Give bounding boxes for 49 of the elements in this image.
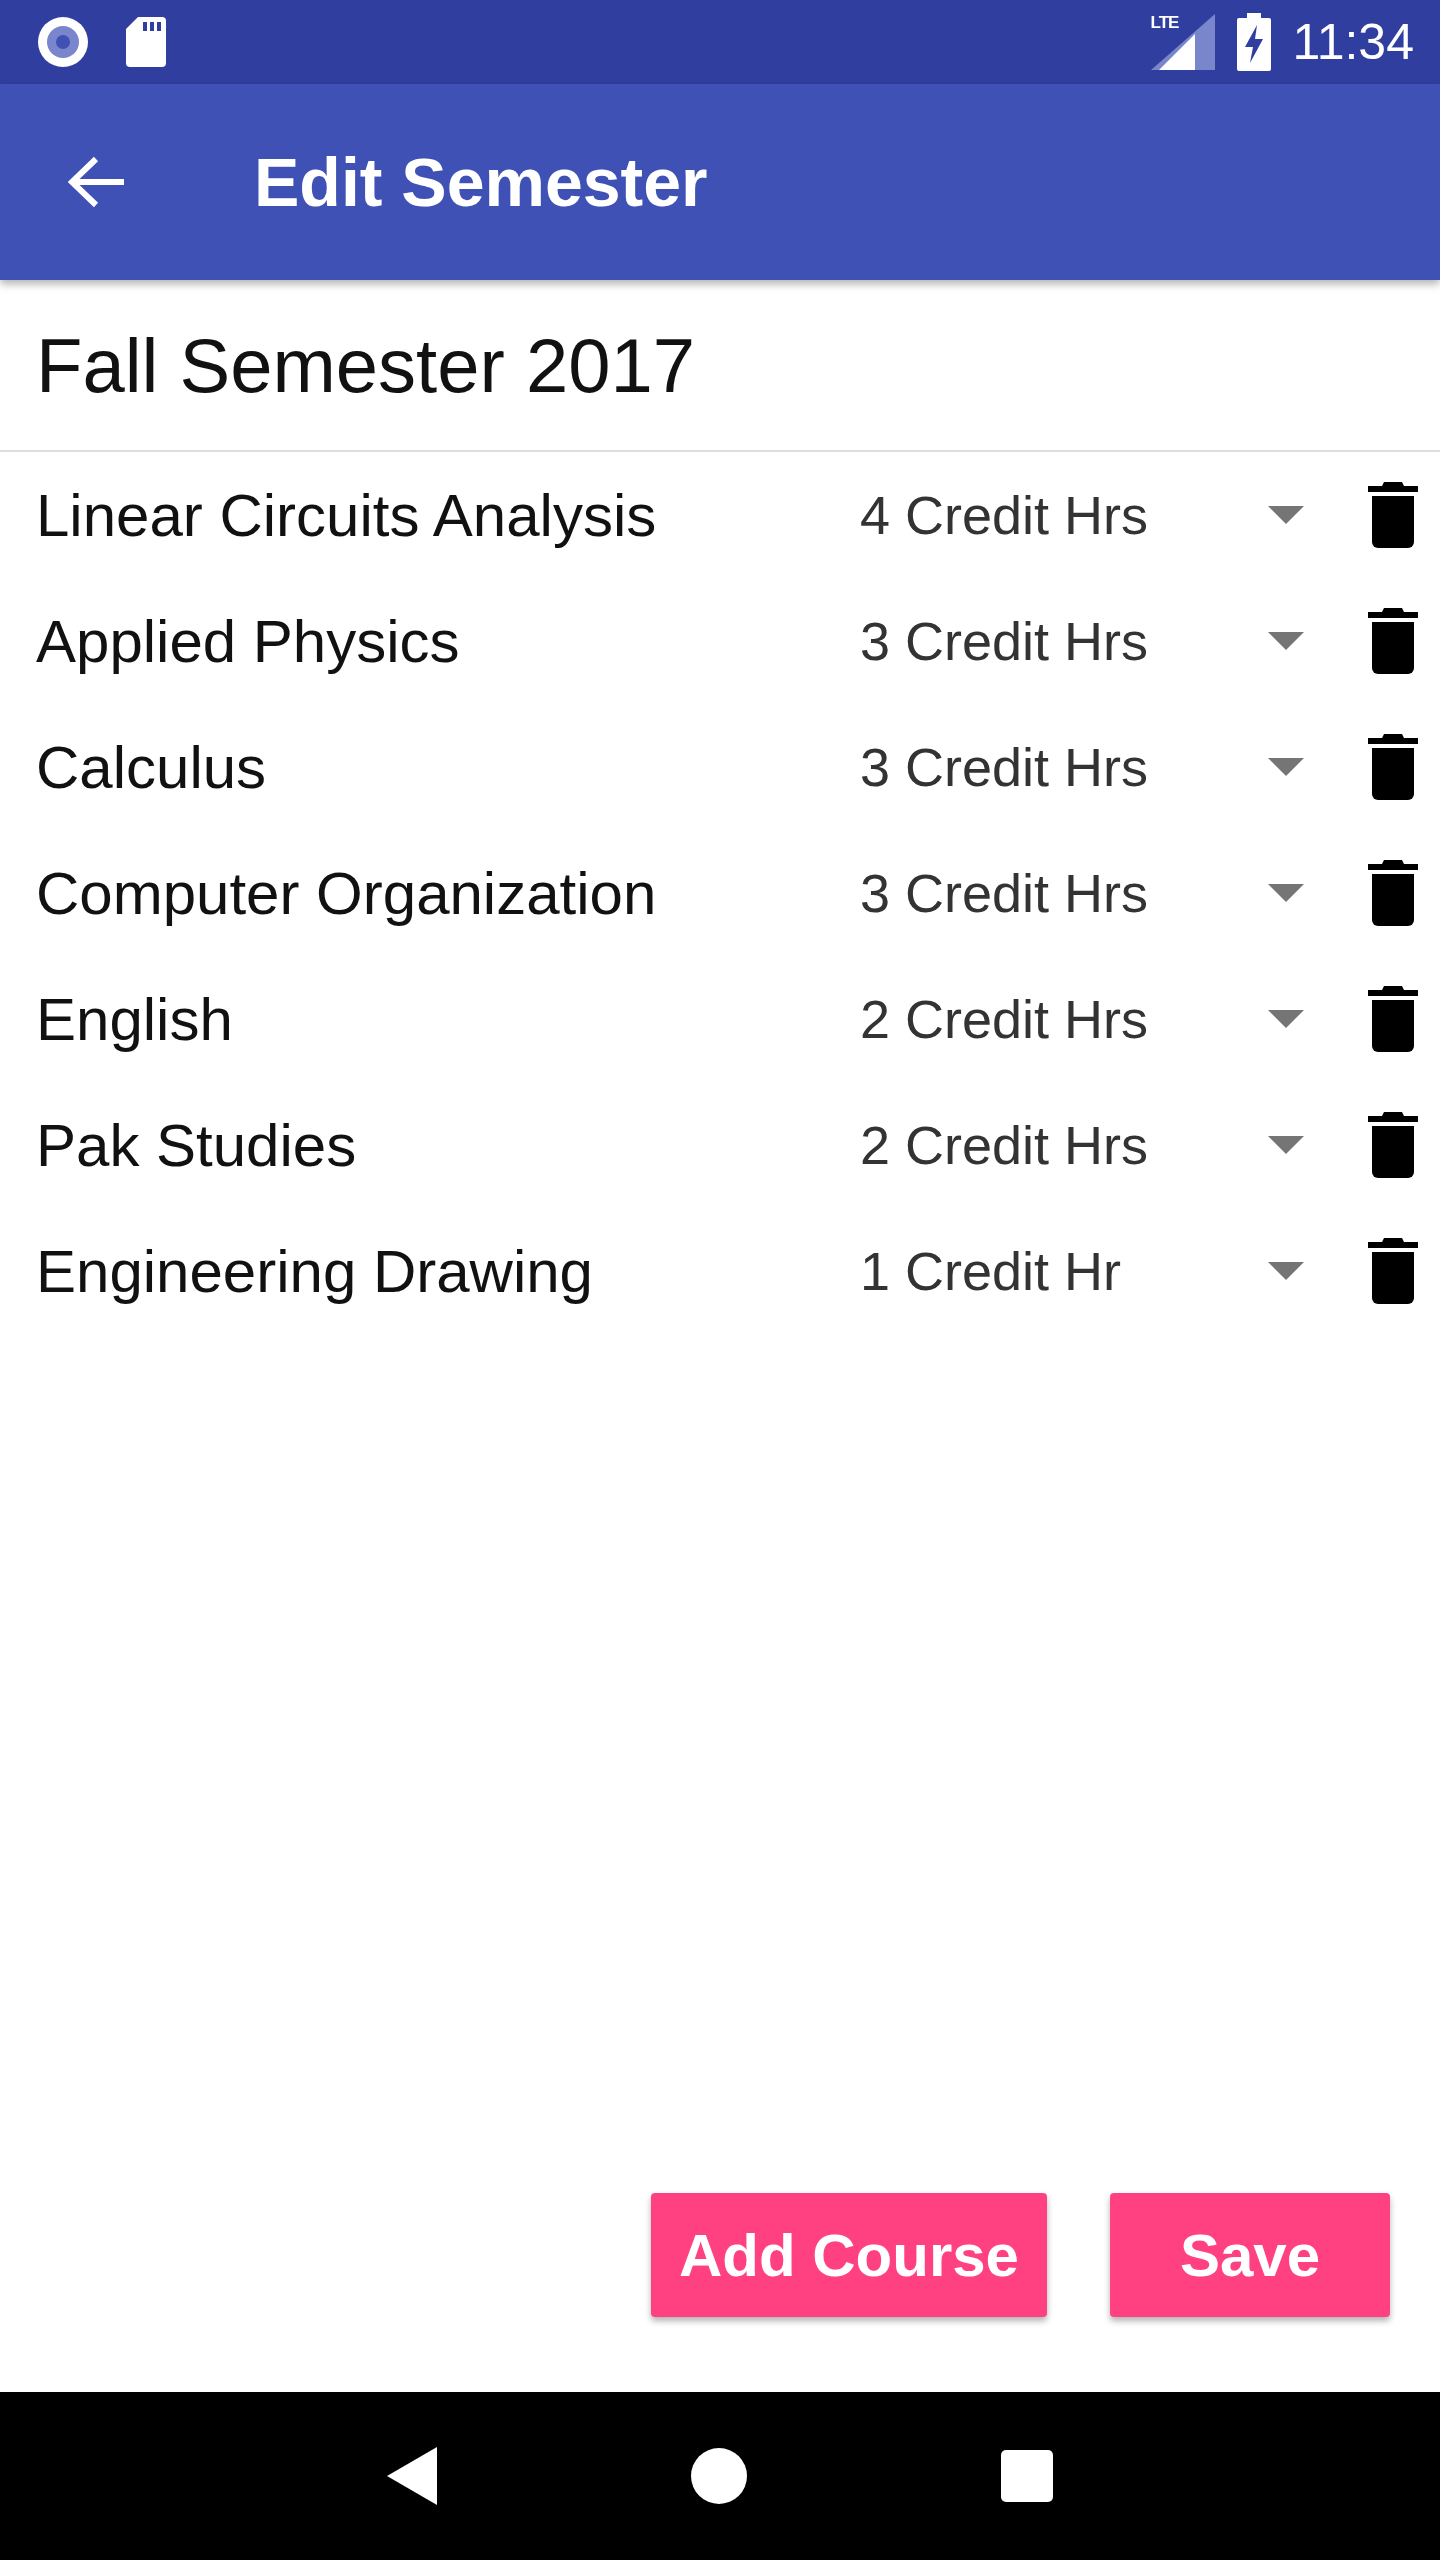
semester-name: Fall Semester 2017 bbox=[36, 321, 695, 409]
clock-time: 11:34 bbox=[1292, 17, 1414, 67]
network-type-label: LTE bbox=[1150, 14, 1179, 31]
credit-hours-dropdown[interactable]: 4 Credit Hrs bbox=[860, 484, 1304, 546]
dropdown-caret-icon bbox=[1268, 632, 1304, 650]
home-nav-button[interactable] bbox=[691, 2448, 747, 2504]
radio-button-icon bbox=[38, 17, 88, 67]
dropdown-caret-icon bbox=[1268, 1136, 1304, 1154]
delete-button[interactable] bbox=[1368, 482, 1418, 548]
credit-hours-dropdown[interactable]: 3 Credit Hrs bbox=[860, 610, 1304, 672]
course-name: Pak Studies bbox=[36, 1110, 358, 1180]
home-circle-icon bbox=[691, 2448, 747, 2504]
delete-button[interactable] bbox=[1368, 1112, 1418, 1178]
dropdown-caret-icon bbox=[1268, 506, 1304, 524]
recents-square-icon bbox=[1001, 2450, 1053, 2502]
screen-title: Edit Semester bbox=[254, 148, 708, 216]
dropdown-caret-icon bbox=[1268, 884, 1304, 902]
battery-charging-icon bbox=[1236, 13, 1271, 71]
course-name: English bbox=[36, 984, 234, 1054]
dropdown-caret-icon bbox=[1268, 1262, 1304, 1280]
back-nav-button[interactable] bbox=[387, 2447, 437, 2505]
course-name: Applied Physics bbox=[36, 606, 461, 676]
delete-button[interactable] bbox=[1368, 734, 1418, 800]
delete-button[interactable] bbox=[1368, 608, 1418, 674]
dropdown-caret-icon bbox=[1268, 758, 1304, 776]
course-name: Engineering Drawing bbox=[36, 1236, 594, 1306]
trash-icon bbox=[1368, 734, 1418, 800]
back-arrow-icon bbox=[68, 156, 126, 208]
trash-icon bbox=[1368, 860, 1418, 926]
credit-hours-dropdown[interactable]: 2 Credit Hrs bbox=[860, 1114, 1304, 1176]
credit-hours-dropdown[interactable]: 3 Credit Hrs bbox=[860, 736, 1304, 798]
trash-icon bbox=[1368, 986, 1418, 1052]
credit-hours-dropdown[interactable]: 2 Credit Hrs bbox=[860, 988, 1304, 1050]
sd-card-icon bbox=[126, 17, 166, 67]
course-name: Calculus bbox=[36, 732, 268, 802]
trash-icon bbox=[1368, 608, 1418, 674]
delete-button[interactable] bbox=[1368, 986, 1418, 1052]
delete-button[interactable] bbox=[1368, 1238, 1418, 1304]
course-name: Computer Organization bbox=[36, 858, 658, 928]
trash-icon bbox=[1368, 482, 1418, 548]
dropdown-caret-icon bbox=[1268, 1010, 1304, 1028]
delete-button[interactable] bbox=[1368, 860, 1418, 926]
credit-hours-dropdown[interactable]: 1 Credit Hr bbox=[860, 1240, 1304, 1302]
signal-icon bbox=[1150, 14, 1215, 70]
back-triangle-icon bbox=[387, 2447, 437, 2505]
trash-icon bbox=[1368, 1112, 1418, 1178]
trash-icon bbox=[1368, 1238, 1418, 1304]
course-name: Linear Circuits Analysis bbox=[36, 480, 658, 550]
credit-hours-dropdown[interactable]: 3 Credit Hrs bbox=[860, 862, 1304, 924]
